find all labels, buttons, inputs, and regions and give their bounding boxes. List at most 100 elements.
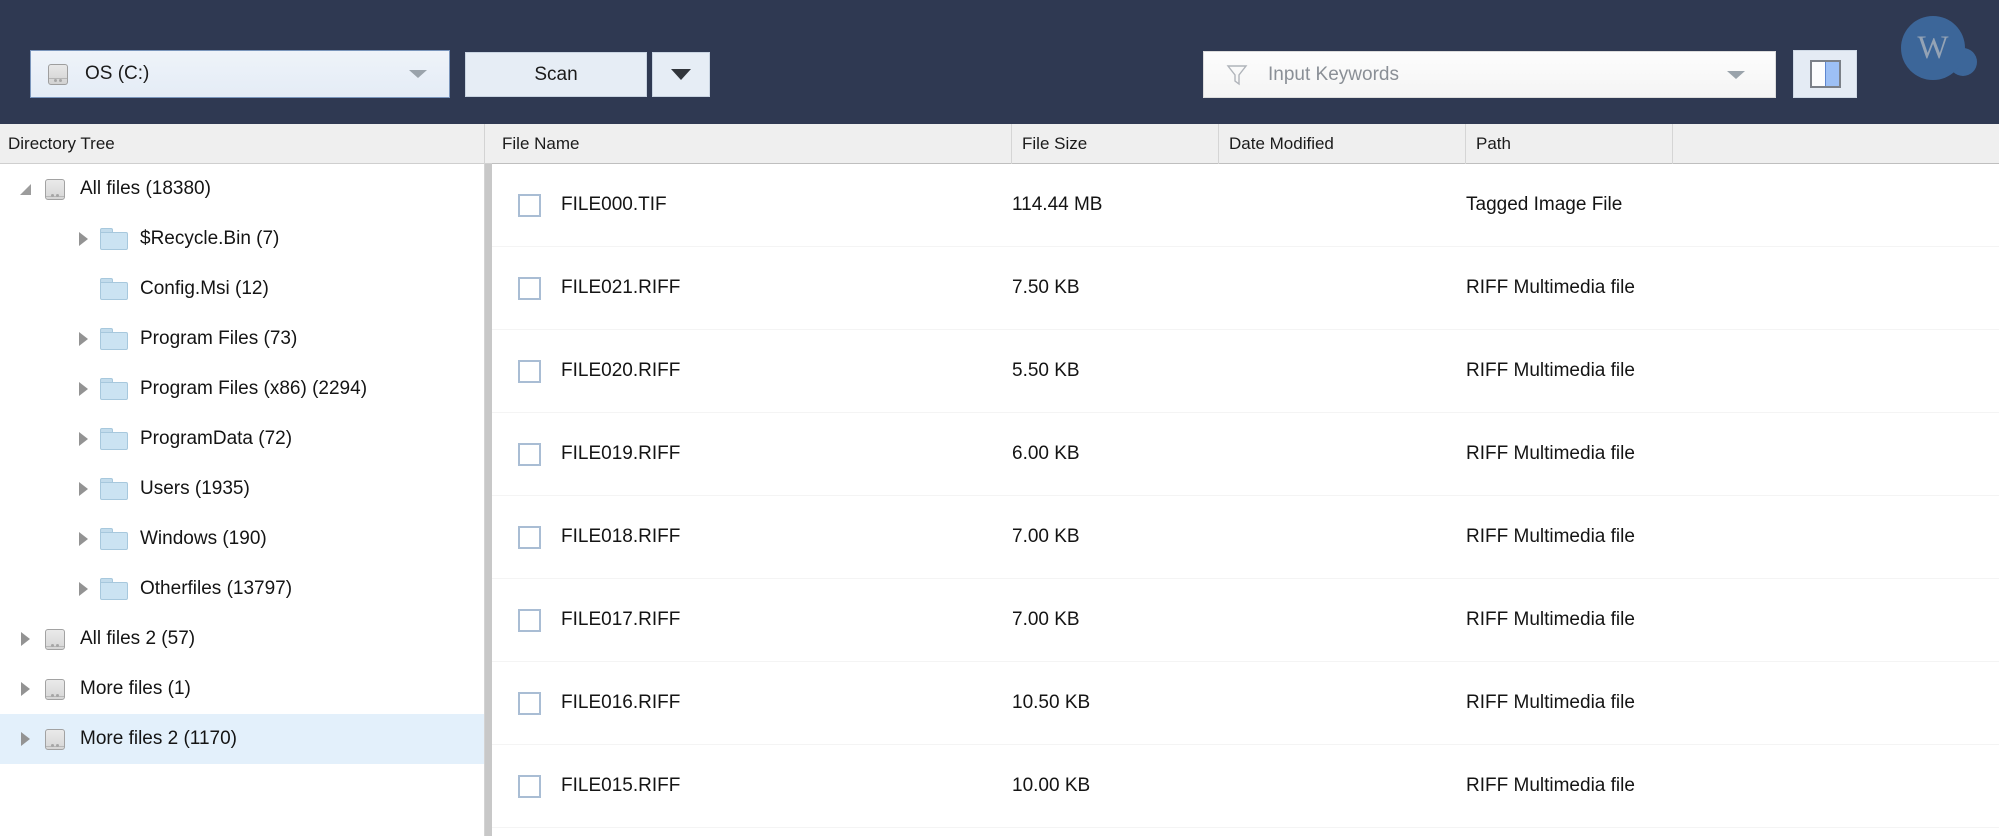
tree-item[interactable]: More files (1) [0, 664, 484, 714]
split-view-toggle-button[interactable] [1793, 50, 1857, 98]
tree-item[interactable]: Config.Msi (12) [0, 264, 484, 314]
file-name-label: FILE000.TIF [561, 194, 667, 215]
expand-arrow-icon[interactable] [72, 378, 94, 400]
row-checkbox[interactable] [518, 193, 541, 217]
folder-icon [100, 528, 128, 550]
chevron-down-icon[interactable] [1727, 70, 1745, 79]
drive-icon [45, 61, 71, 87]
tree-item-label: More files 2 (1170) [80, 728, 237, 749]
expand-arrow-icon[interactable] [72, 428, 94, 450]
cell-file-size: 7.00 KB [1012, 609, 1080, 630]
file-list-body: FILE000.TIF 114.44 MB Tagged Image File FIL… [492, 164, 1999, 828]
filter-funnel-icon [1226, 64, 1248, 85]
tree-item[interactable]: Users (1935) [0, 464, 484, 514]
row-checkbox[interactable] [518, 525, 541, 549]
scan-button-group: Scan [465, 52, 710, 97]
chevron-down-icon [409, 70, 427, 78]
row-checkbox[interactable] [518, 359, 541, 383]
column-header-file-name[interactable]: File Name [492, 124, 1012, 164]
expand-arrow-icon[interactable] [14, 678, 36, 700]
cell-file-name: FILE017.RIFF [492, 608, 1012, 632]
tree-item-label: Windows (190) [140, 528, 267, 549]
column-header-path[interactable]: Path [1466, 124, 1673, 164]
tree-item[interactable]: Program Files (73) [0, 314, 484, 364]
panel-splitter-header [485, 124, 492, 164]
drive-icon [42, 726, 68, 752]
cell-path: RIFF Multimedia file [1466, 277, 1635, 298]
folder-icon [100, 478, 128, 500]
cell-file-size: 10.50 KB [1012, 692, 1091, 713]
tree-item-label: Program Files (x86) (2294) [140, 378, 368, 399]
table-row[interactable]: FILE020.RIFF 5.50 KB RIFF Multimedia file [492, 330, 1999, 413]
expand-arrow-icon[interactable] [72, 528, 94, 550]
expand-arrow-icon[interactable] [72, 478, 94, 500]
tree-item[interactable]: Windows (190) [0, 514, 484, 564]
cell-file-name: FILE015.RIFF [492, 774, 1012, 798]
row-checkbox[interactable] [518, 774, 541, 798]
tree-item[interactable]: All files 2 (57) [0, 614, 484, 664]
tree-item-label: All files (18380) [80, 178, 211, 199]
tree-item[interactable]: More files 2 (1170) [0, 714, 484, 764]
collapse-arrow-icon[interactable] [14, 178, 36, 200]
expand-arrow-icon[interactable] [14, 728, 36, 750]
avatar[interactable]: W [1897, 12, 1989, 92]
scan-button[interactable]: Scan [465, 52, 647, 97]
file-list-header: File Name File Size Date Modified Path [492, 124, 1999, 164]
cell-file-size: 10.00 KB [1012, 775, 1091, 796]
column-header-file-size[interactable]: File Size [1012, 124, 1219, 164]
tree-item[interactable]: $Recycle.Bin (7) [0, 214, 484, 264]
cell-path: RIFF Multimedia file [1466, 526, 1635, 547]
row-checkbox[interactable] [518, 608, 541, 632]
panel-splitter[interactable] [485, 164, 492, 836]
row-checkbox[interactable] [518, 691, 541, 715]
cell-file-size: 114.44 MB [1012, 194, 1103, 215]
tree-item[interactable]: ProgramData (72) [0, 414, 484, 464]
tree-item-label: ProgramData (72) [140, 428, 293, 449]
row-checkbox[interactable] [518, 276, 541, 300]
split-view-icon [1809, 60, 1841, 88]
tree-item-label: Users (1935) [140, 478, 250, 499]
expand-arrow-icon[interactable] [72, 328, 94, 350]
expand-arrow-icon[interactable] [14, 628, 36, 650]
drive-selector[interactable]: OS (C:) [30, 50, 450, 98]
tree-item[interactable]: All files (18380) [0, 164, 484, 214]
cell-file-size: 7.50 KB [1012, 277, 1080, 298]
keyword-input-placeholder: Input Keywords [1268, 63, 1399, 85]
expand-arrow-icon[interactable] [72, 578, 94, 600]
expand-arrow-icon[interactable] [72, 228, 94, 250]
cell-file-size: 6.00 KB [1012, 443, 1080, 464]
scan-dropdown-button[interactable] [652, 52, 710, 97]
folder-icon [100, 378, 128, 400]
cell-path: RIFF Multimedia file [1466, 775, 1635, 796]
tree-item-label: Program Files (73) [140, 328, 298, 349]
cell-path: RIFF Multimedia file [1466, 692, 1635, 713]
table-row[interactable]: FILE019.RIFF 6.00 KB RIFF Multimedia file [492, 413, 1999, 496]
table-row[interactable]: FILE000.TIF 114.44 MB Tagged Image File [492, 164, 1999, 247]
tree-item-label: Config.Msi (12) [140, 278, 269, 299]
tree-item-label: More files (1) [80, 678, 191, 699]
table-row[interactable]: FILE016.RIFF 10.50 KB RIFF Multimedia file [492, 662, 1999, 745]
cell-file-name: FILE016.RIFF [492, 691, 1012, 715]
cell-file-name: FILE018.RIFF [492, 525, 1012, 549]
drive-icon [42, 626, 68, 652]
avatar-initial: W [1917, 29, 1949, 66]
table-row[interactable]: FILE015.RIFF 10.00 KB RIFF Multimedia file [492, 745, 1999, 828]
drive-icon [42, 176, 68, 202]
table-row[interactable]: FILE018.RIFF 7.00 KB RIFF Multimedia file [492, 496, 1999, 579]
app-window: OS (C:) Scan Input Keywords W Directory … [0, 0, 1999, 836]
table-row[interactable]: FILE017.RIFF 7.00 KB RIFF Multimedia file [492, 579, 1999, 662]
cell-path: RIFF Multimedia file [1466, 609, 1635, 630]
directory-tree-panel: Directory Tree All files (18380) $Recycle… [0, 124, 485, 836]
tree-item[interactable]: Otherfiles (13797) [0, 564, 484, 614]
cell-file-name: FILE000.TIF [492, 193, 1012, 217]
row-checkbox[interactable] [518, 442, 541, 466]
column-header-date-modified[interactable]: Date Modified [1219, 124, 1466, 164]
tree-item[interactable]: Program Files (x86) (2294) [0, 364, 484, 414]
cell-file-size: 5.50 KB [1012, 360, 1080, 381]
column-header-extra[interactable] [1673, 124, 1999, 164]
expand-arrow-placeholder [72, 278, 94, 300]
table-row[interactable]: FILE021.RIFF 7.50 KB RIFF Multimedia file [492, 247, 1999, 330]
cell-path: Tagged Image File [1466, 194, 1623, 215]
file-name-label: FILE015.RIFF [561, 775, 681, 796]
keyword-filter-field[interactable]: Input Keywords [1203, 51, 1776, 98]
